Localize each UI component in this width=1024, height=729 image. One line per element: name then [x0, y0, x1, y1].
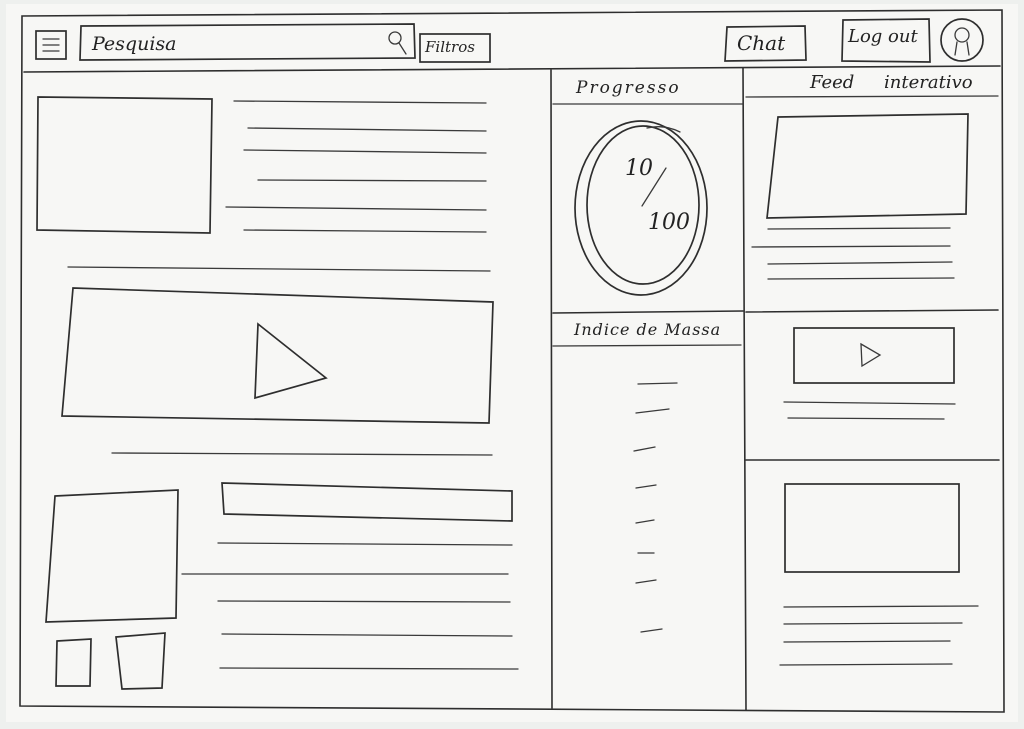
column-divider-1: [550, 69, 553, 709]
progress-gauge: [574, 120, 708, 296]
search-placeholder[interactable]: Pesquisa: [92, 35, 176, 54]
mass-title-underline: [552, 344, 742, 347]
filters-label[interactable]: Filtros: [425, 40, 475, 55]
progress-total-value: 100: [648, 210, 690, 235]
feed-video-player[interactable]: [793, 327, 955, 384]
chat-label[interactable]: Chat: [737, 33, 785, 53]
feed-video-text-lines: [783, 401, 956, 420]
logout-label[interactable]: Log out: [848, 28, 918, 46]
feed-title: Feed interativo: [810, 72, 973, 93]
feed-post-image[interactable]: [766, 113, 969, 219]
mass-index-title: Indice de Massa: [574, 320, 722, 339]
progress-current-value: 10: [625, 156, 653, 181]
video-player[interactable]: [61, 287, 494, 424]
feed-post-image-2[interactable]: [784, 483, 960, 573]
gallery-text-lines: [181, 542, 519, 670]
mass-scale-ticks: [633, 382, 678, 633]
thumbnail-1[interactable]: [55, 638, 92, 687]
feed-title-underline: [745, 95, 999, 98]
column-divider-2: [742, 67, 747, 711]
progress-title: Progresso: [576, 78, 681, 98]
progress-section-divider: [552, 310, 744, 314]
feed-play-icon[interactable]: [860, 342, 882, 368]
hamburger-menu-icon[interactable]: [35, 30, 67, 60]
user-avatar-icon[interactable]: [940, 18, 984, 62]
play-icon[interactable]: [254, 322, 328, 400]
text-field[interactable]: [221, 482, 513, 522]
feed-post-text-lines: [751, 227, 955, 280]
wireframe-sketch: [19, 9, 1005, 713]
search-icon[interactable]: [388, 31, 407, 55]
feed-divider-1: [745, 309, 999, 313]
thumbnail-2[interactable]: [115, 632, 166, 690]
video-caption-line: [111, 452, 493, 456]
gallery-image: [45, 489, 179, 623]
article-text-lines: [67, 100, 491, 272]
article-image: [36, 96, 213, 234]
feed-post-text-lines-2: [779, 605, 979, 666]
